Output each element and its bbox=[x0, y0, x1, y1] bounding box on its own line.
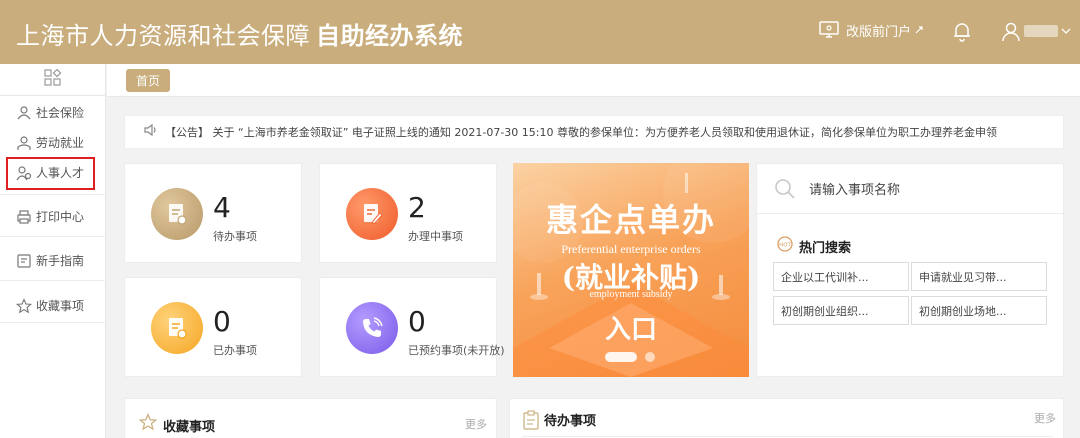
sidebar-divider bbox=[0, 322, 106, 323]
favorites-panel: 收藏事项 更多 bbox=[124, 398, 497, 438]
link-icon bbox=[914, 25, 924, 35]
banner-subtitle-2-en: employment subsidy bbox=[589, 289, 673, 300]
search-input[interactable] bbox=[809, 178, 1049, 202]
todo-count: 4 bbox=[213, 191, 231, 224]
promo-banner[interactable]: 惠企点单办 Preferential enterprise orders (就业… bbox=[513, 163, 749, 377]
hot-search-item[interactable]: 申请就业见习带... bbox=[911, 262, 1047, 291]
search-card: HOT 热门搜索 企业以工代训补... 申请就业见习带... 初创期创业组织..… bbox=[756, 163, 1064, 377]
top-header: 上海市人力资源和社会保障 自助经办系统 改版前门户 bbox=[0, 0, 1080, 64]
search-icon[interactable] bbox=[773, 177, 797, 205]
chevron-down-icon bbox=[1061, 27, 1071, 35]
search-row bbox=[757, 164, 1064, 214]
social-insurance-icon bbox=[17, 105, 31, 119]
stat-card-in-progress[interactable]: 2 办理中事项 bbox=[319, 163, 497, 263]
sidebar-divider bbox=[0, 194, 106, 195]
todo-panel: 待办事项 更多 bbox=[509, 398, 1064, 438]
phone-icon bbox=[346, 302, 398, 354]
sidebar-item-label: 打印中心 bbox=[36, 210, 85, 224]
stat-card-done[interactable]: 0 已办事项 bbox=[124, 277, 302, 377]
sidebar-item-favorites[interactable]: 收藏事项 bbox=[16, 297, 84, 314]
old-portal-link[interactable]: 改版前门户 bbox=[818, 20, 924, 40]
bell-icon[interactable] bbox=[951, 20, 973, 42]
sidebar-item-social-insurance[interactable]: 社会保险 bbox=[16, 104, 84, 121]
tab-home[interactable]: 首页 bbox=[126, 69, 170, 92]
user-icon bbox=[1000, 20, 1022, 42]
hot-icon: HOT bbox=[777, 236, 793, 256]
announcement-text: 【公告】 关于 “上海市养老金领取证” 电子证照上线的通知 2021-07-30… bbox=[165, 126, 997, 139]
username-redacted bbox=[1024, 25, 1058, 37]
star-icon bbox=[138, 413, 158, 435]
guide-icon bbox=[17, 253, 31, 268]
sidebar-item-talent[interactable]: 人事人才 bbox=[16, 164, 84, 181]
hot-search-item[interactable]: 初创期创业组织... bbox=[773, 296, 909, 325]
old-portal-label: 改版前门户 bbox=[846, 24, 912, 40]
tab-bar: 首页 bbox=[107, 64, 1080, 97]
sidebar-divider bbox=[0, 236, 106, 237]
app-title-bold: 自助经办系统 bbox=[316, 22, 463, 50]
in-progress-edit-icon bbox=[346, 188, 398, 240]
printer-icon bbox=[17, 209, 31, 224]
speaker-icon bbox=[143, 122, 159, 142]
favorites-more-link[interactable]: 更多 bbox=[465, 416, 487, 432]
monitor-icon bbox=[818, 20, 840, 40]
sidebar-item-label: 社会保险 bbox=[36, 106, 85, 120]
banner-title: 惠企点单办 bbox=[545, 201, 716, 239]
reserved-label: 已预约事项(未开放) bbox=[408, 344, 505, 357]
user-menu[interactable] bbox=[1000, 20, 1071, 42]
clipboard-icon bbox=[522, 410, 540, 434]
sidebar-item-label: 劳动就业 bbox=[36, 136, 85, 150]
in-progress-label: 办理中事项 bbox=[408, 230, 463, 243]
sidebar-menu-toggle[interactable] bbox=[0, 64, 106, 96]
grid-menu-icon bbox=[44, 68, 62, 91]
sidebar-item-label: 新手指南 bbox=[36, 254, 85, 268]
todo-document-icon bbox=[151, 188, 203, 240]
sidebar-item-label: 人事人才 bbox=[36, 166, 85, 180]
sidebar-item-label: 收藏事项 bbox=[36, 299, 85, 313]
stat-card-reserved[interactable]: 0 已预约事项(未开放) bbox=[319, 277, 505, 377]
done-count: 0 bbox=[213, 305, 231, 338]
banner-entry-button[interactable]: 入口 bbox=[513, 309, 749, 346]
announcement-bar[interactable]: 【公告】 关于 “上海市养老金领取证” 电子证照上线的通知 2021-07-30… bbox=[124, 115, 1064, 149]
done-document-icon bbox=[151, 302, 203, 354]
stat-card-todo[interactable]: 4 待办事项 bbox=[124, 163, 302, 263]
sidebar-item-employment[interactable]: 劳动就业 bbox=[16, 134, 84, 151]
banner-subtitle-en: Preferential enterprise orders bbox=[561, 242, 701, 256]
hot-search-title: 热门搜索 bbox=[799, 241, 852, 256]
sidebar: 社会保险 劳动就业 人事人才 打印中心 新手指南 收藏事项 bbox=[0, 64, 106, 438]
star-icon bbox=[16, 297, 32, 313]
sidebar-item-print-center[interactable]: 打印中心 bbox=[16, 208, 84, 225]
done-label: 已办事项 bbox=[213, 344, 257, 357]
employment-icon bbox=[17, 135, 31, 150]
sidebar-divider bbox=[0, 280, 106, 281]
panel-divider bbox=[522, 436, 1053, 437]
favorites-title: 收藏事项 bbox=[163, 420, 216, 435]
hot-search-item[interactable]: 企业以工代训补... bbox=[773, 262, 909, 291]
svg-text:HOT: HOT bbox=[779, 243, 791, 249]
hot-search-item[interactable]: 初创期创业场地... bbox=[911, 296, 1047, 325]
app-title: 上海市人力资源和社会保障 自助经办系统 bbox=[16, 16, 463, 51]
app-title-prefix: 上海市人力资源和社会保障 bbox=[16, 22, 310, 50]
todo-more-link[interactable]: 更多 bbox=[1034, 410, 1056, 426]
in-progress-count: 2 bbox=[408, 191, 426, 224]
todo-panel-title: 待办事项 bbox=[544, 414, 597, 429]
reserved-count: 0 bbox=[408, 305, 426, 338]
talent-icon bbox=[16, 165, 32, 180]
carousel-dot-active[interactable] bbox=[605, 352, 637, 362]
sidebar-item-guide[interactable]: 新手指南 bbox=[16, 252, 84, 269]
todo-label: 待办事项 bbox=[213, 230, 257, 243]
carousel-dot[interactable] bbox=[645, 352, 655, 362]
